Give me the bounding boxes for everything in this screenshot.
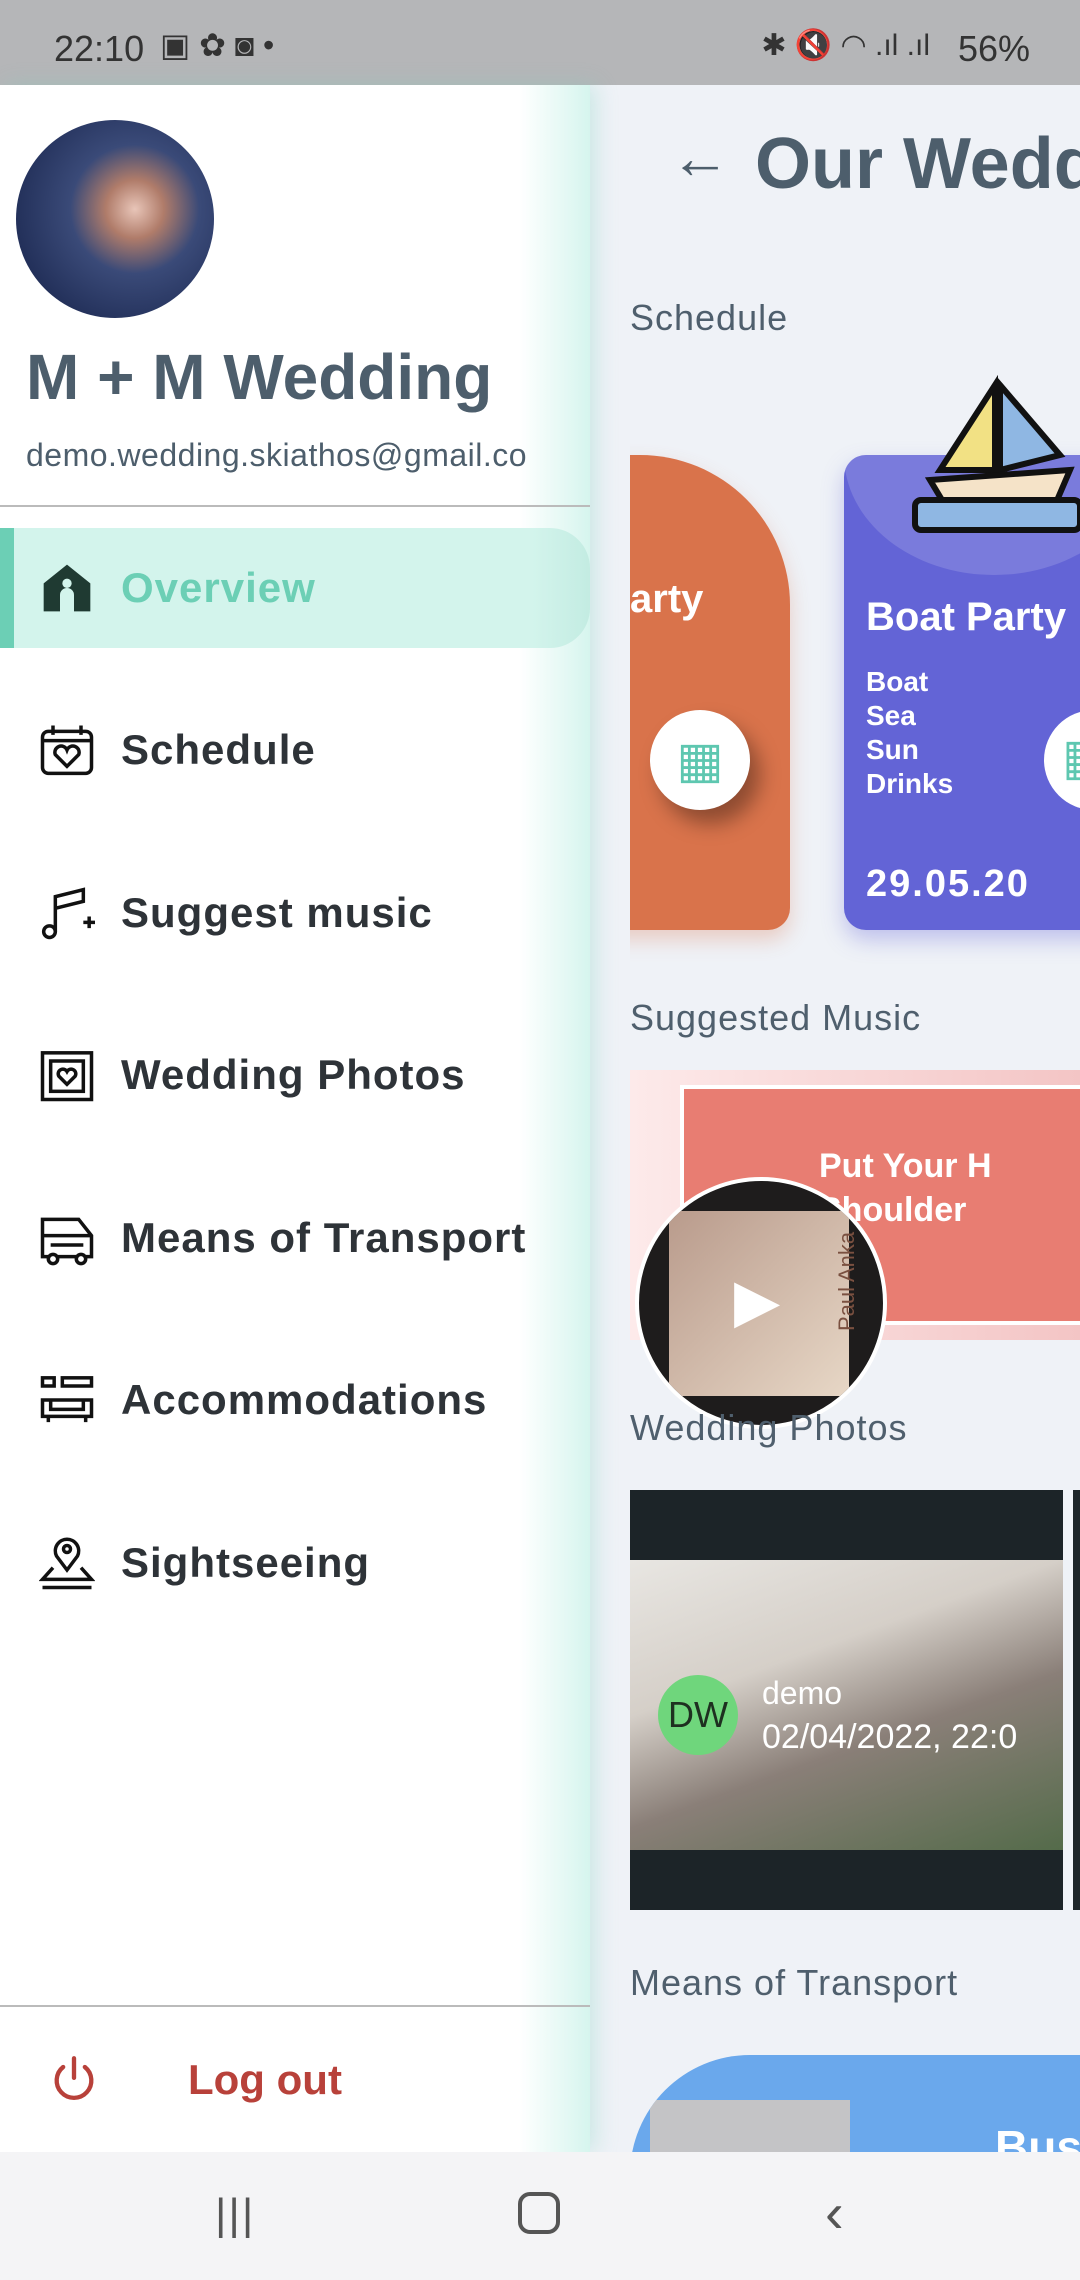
card-details: Boat Sea Sun Drinks (866, 666, 954, 799)
section-photos: Wedding Photos (630, 1407, 908, 1448)
play-icon[interactable]: ▶ (734, 1266, 780, 1336)
battery-percent: 56% (957, 28, 1030, 69)
back-icon[interactable]: ‹ (825, 2180, 844, 2245)
calendar-icon[interactable]: ▦ (1044, 710, 1080, 810)
item-label: Schedule (121, 726, 316, 773)
status-time: 22:10 (54, 28, 145, 69)
calendar-icon[interactable]: ▦ (650, 710, 750, 810)
music-add-icon (41, 887, 95, 940)
sailboat-icon (912, 375, 1080, 533)
divider (0, 505, 590, 507)
schedule-card[interactable]: arty ▦ (630, 455, 790, 930)
drawer-title: M + M Wedding (26, 341, 493, 413)
schedule-carousel[interactable]: arty ▦ Boat Party Boat Sea Sun Drinks 29.05… (630, 375, 1080, 965)
overview-page: ← Our Wedding Schedule arty ▦ Boat Party… (590, 85, 1080, 2152)
photo-card[interactable]: DW demo 02/04/2022, 22:0 (630, 1490, 1063, 1910)
calendar-heart-icon (40, 725, 94, 776)
drawer-item-suggest-music[interactable]: Suggest music (0, 853, 590, 973)
status-bar: 22:10 ▣ ✿ ◙ • ✱ 🔇 ◠ .ıl .ıl 56% (0, 0, 1080, 85)
photo-date: 02/04/2022, 22:0 (762, 1718, 1018, 1756)
album-art[interactable]: Paul Anka ▶ (635, 1177, 887, 1429)
drawer-item-wedding-photos[interactable]: Wedding Photos (0, 1015, 590, 1135)
photo-user: demo (762, 1675, 843, 1711)
system-nav-bar: ||| ‹ (0, 2152, 1080, 2280)
notification-icons: ▣ ✿ ◙ • (160, 27, 275, 63)
item-label: Sightseeing (121, 1539, 371, 1586)
divider (0, 2005, 590, 2007)
drawer-email: demo.wedding.skiathos@gmail.co (26, 437, 528, 473)
next-photo-card (1073, 1490, 1080, 1910)
bus-icon (40, 1217, 94, 1266)
profile-avatar[interactable] (16, 120, 214, 318)
home-icon (43, 564, 91, 612)
navigation-drawer: M + M Wedding demo.wedding.skiathos@gmai… (0, 85, 590, 2152)
system-icons: ✱ 🔇 ◠ .ıl .ıl (761, 29, 930, 62)
item-label: Overview (121, 564, 316, 611)
photo-frame-icon (40, 1051, 94, 1102)
transport-card[interactable]: Bus (630, 2055, 1080, 2152)
card-title: arty (630, 577, 704, 621)
transport-title: Bus (995, 2121, 1080, 2152)
item-label: Accommodations (121, 1376, 488, 1423)
drawer-item-means-of-transport[interactable]: Means of Transport (0, 1178, 590, 1298)
logout-button[interactable]: Log out (0, 2020, 590, 2140)
logout-label: Log out (188, 2056, 342, 2103)
item-label: Suggest music (121, 889, 433, 936)
recent-apps-icon[interactable]: ||| (215, 2190, 255, 2240)
drawer-item-overview[interactable]: Overview (0, 528, 590, 648)
item-label: Wedding Photos (121, 1051, 466, 1098)
card-date: 29.05.20 (866, 863, 1030, 905)
avatar: DW (658, 1675, 738, 1755)
card-title: Boat Party (866, 595, 1067, 639)
page-title: Our Wedding (755, 124, 1080, 204)
drawer-item-accommodations[interactable]: Accommodations (0, 1340, 590, 1460)
drawer-item-schedule[interactable]: Schedule (0, 690, 590, 810)
power-icon (54, 2056, 94, 2100)
back-arrow-icon[interactable]: ← (670, 123, 730, 192)
album-artist: Paul Anka (834, 1231, 859, 1331)
item-label: Means of Transport (121, 1214, 527, 1261)
section-music: Suggested Music (630, 997, 922, 1038)
sofa-icon (40, 1376, 94, 1423)
section-schedule: Schedule (630, 297, 789, 338)
home-button-icon[interactable] (518, 2192, 560, 2234)
section-transport: Means of Transport (630, 1962, 959, 2003)
drawer-item-sightseeing[interactable]: Sightseeing (0, 1503, 590, 1623)
location-pin-icon (39, 1537, 95, 1590)
